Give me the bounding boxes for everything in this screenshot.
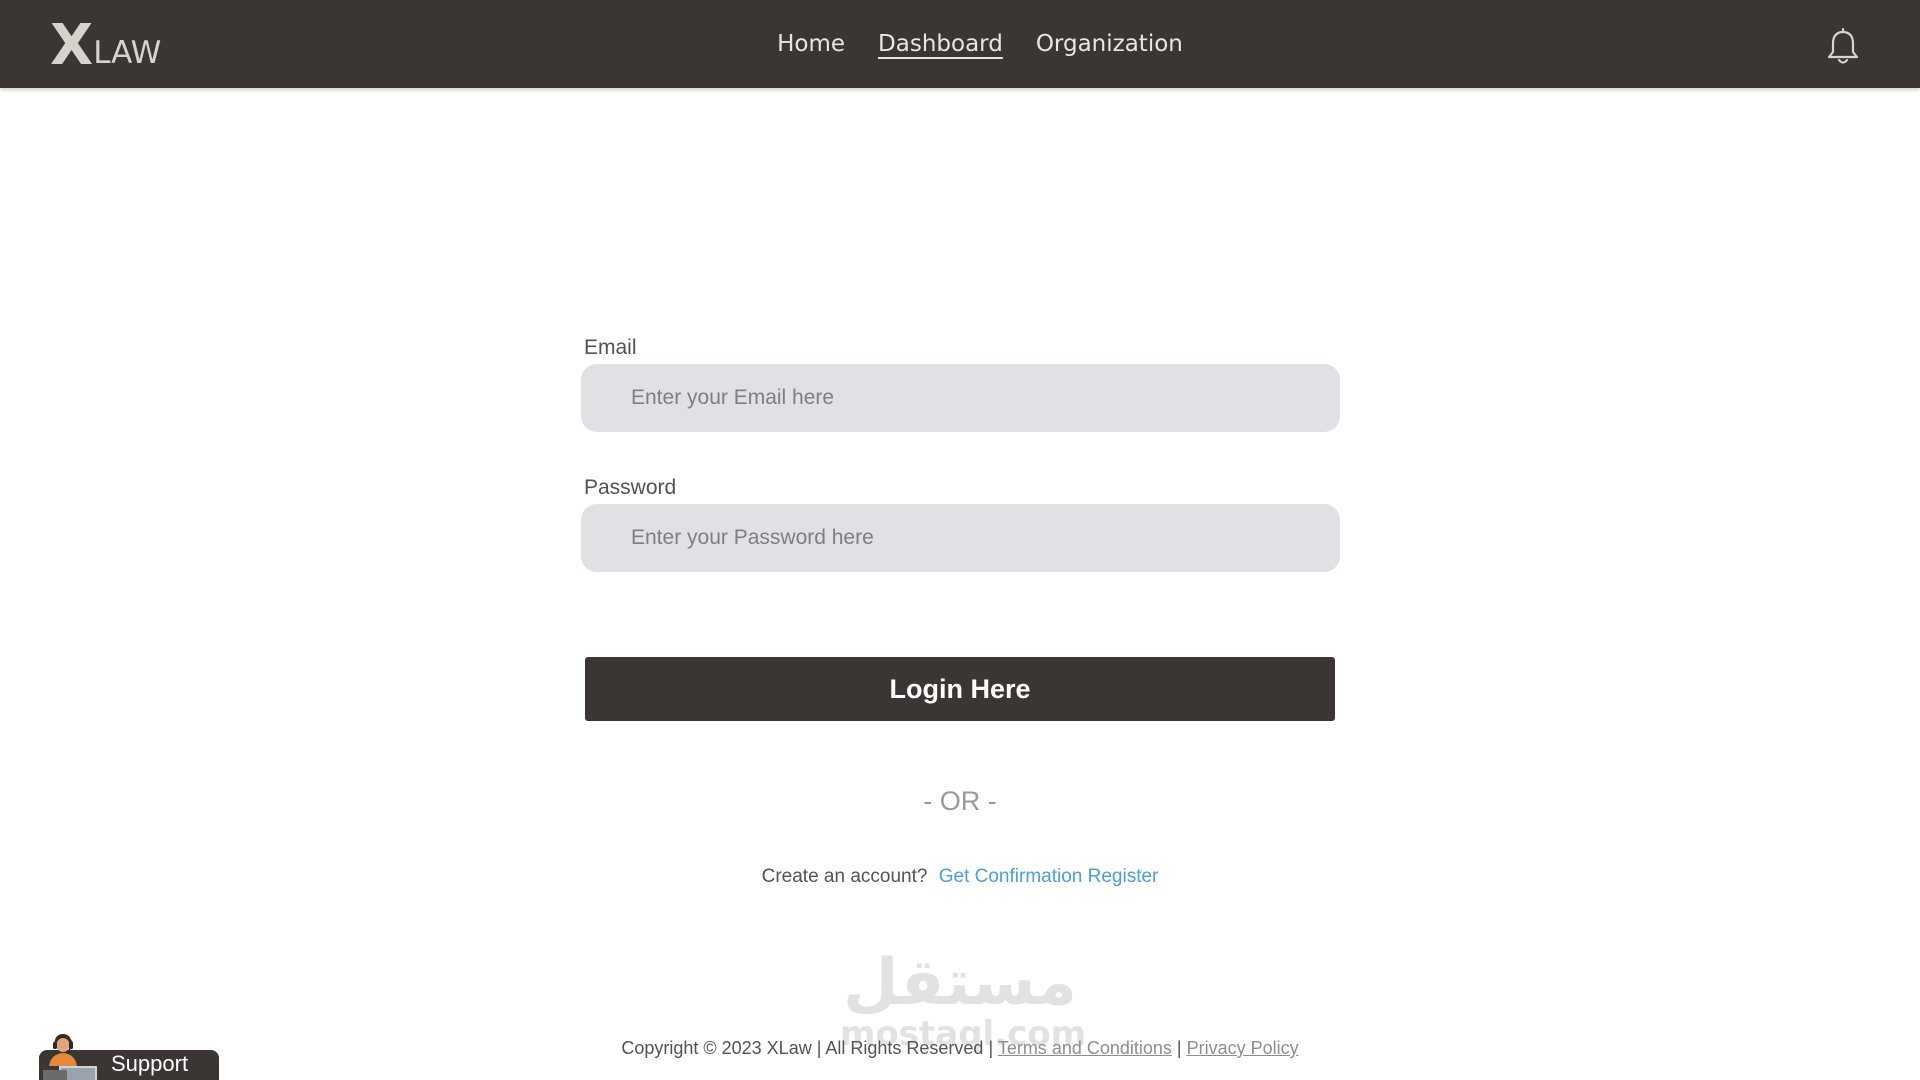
- copyright-text: Copyright © 2023 XLaw | All Rights Reser…: [621, 1038, 994, 1058]
- top-navigation-bar: X LAW Home Dashboard Organization: [0, 0, 1920, 88]
- logo-law: LAW: [93, 35, 162, 71]
- support-widget[interactable]: Support: [39, 1026, 219, 1080]
- support-agent-icon: [43, 1034, 97, 1080]
- nav-organization[interactable]: Organization: [1036, 31, 1183, 57]
- terms-link[interactable]: Terms and Conditions: [998, 1038, 1172, 1058]
- xlaw-logo[interactable]: X LAW: [50, 13, 162, 78]
- password-label: Password: [584, 476, 677, 499]
- footer: Copyright © 2023 XLaw | All Rights Reser…: [0, 1038, 1920, 1059]
- create-account-prompt: Create an account?: [761, 866, 928, 887]
- register-link[interactable]: Get Confirmation Register: [939, 866, 1159, 887]
- email-label: Email: [584, 336, 637, 359]
- create-account-row: Create an account? Get Confirmation Regi…: [0, 866, 1920, 888]
- footer-separator: |: [1176, 1038, 1182, 1058]
- bell-icon[interactable]: [1826, 28, 1860, 66]
- logo-x: X: [50, 13, 93, 78]
- or-divider: - OR -: [923, 786, 997, 816]
- login-form: Email Password: [581, 336, 1341, 572]
- privacy-link[interactable]: Privacy Policy: [1187, 1038, 1299, 1058]
- nav-home[interactable]: Home: [777, 31, 845, 57]
- main-nav: Home Dashboard Organization: [0, 0, 1920, 88]
- password-field[interactable]: [581, 504, 1340, 572]
- login-button[interactable]: Login Here: [585, 657, 1335, 721]
- email-field[interactable]: [581, 364, 1340, 432]
- support-label: Support: [111, 1051, 189, 1076]
- watermark-arabic: مستقل: [842, 946, 1078, 1020]
- nav-dashboard[interactable]: Dashboard: [878, 31, 1003, 57]
